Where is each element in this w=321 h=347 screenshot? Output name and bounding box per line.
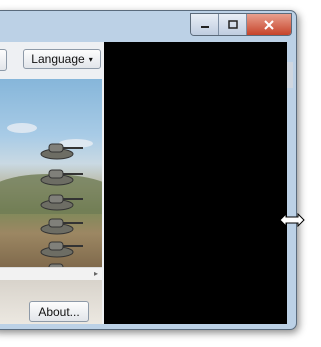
tank-icon	[40, 241, 83, 258]
app-window: Language ▾ ▸ About...	[0, 10, 297, 330]
close-button[interactable]	[247, 14, 291, 35]
horizontal-scrollbar[interactable]: ▸	[0, 267, 102, 281]
close-icon	[264, 19, 274, 30]
caption-buttons	[190, 13, 292, 36]
chevron-down-icon: ▾	[88, 54, 93, 64]
scroll-right-icon[interactable]: ▸	[94, 269, 98, 278]
minimize-button[interactable]	[191, 14, 219, 35]
language-button[interactable]: Language ▾	[23, 49, 101, 69]
language-label: Language	[31, 52, 85, 66]
tank-icon	[40, 194, 83, 211]
maximize-button[interactable]	[219, 14, 247, 35]
tank-icon	[40, 169, 83, 186]
tank-icon	[40, 218, 83, 235]
client-area: Language ▾ ▸ About...	[0, 42, 287, 324]
vertical-scrollbar[interactable]	[287, 62, 293, 88]
tank-icon	[40, 143, 83, 160]
game-preview-image	[0, 79, 102, 267]
about-button[interactable]: About...	[29, 301, 89, 322]
app-panel: Language ▾ ▸ About...	[0, 42, 104, 324]
minimize-icon	[200, 25, 209, 28]
maximize-icon	[227, 19, 238, 29]
resize-cursor-icon	[279, 213, 305, 227]
toolbar-button[interactable]	[0, 49, 7, 71]
